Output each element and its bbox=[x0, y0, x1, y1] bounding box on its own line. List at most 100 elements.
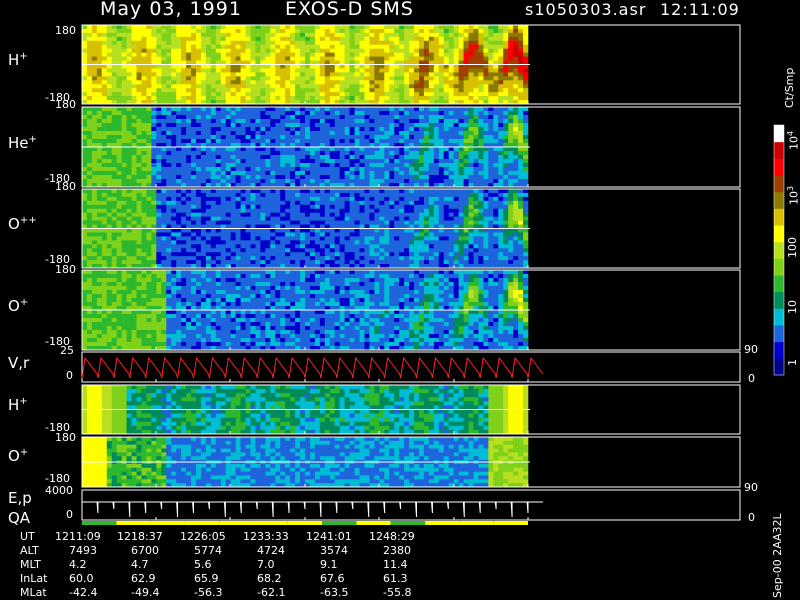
heatmap-cell bbox=[443, 76, 450, 81]
heatmap-cell bbox=[111, 92, 117, 97]
heatmap-cell bbox=[379, 216, 385, 221]
heatmap-cell bbox=[374, 192, 380, 198]
heatmap-cell bbox=[523, 76, 529, 81]
heatmap-cell bbox=[285, 127, 291, 132]
heatmap-cell bbox=[225, 131, 231, 136]
heatmap-cell bbox=[324, 36, 331, 42]
heatmap-cell bbox=[409, 179, 415, 184]
heatmap-cell bbox=[101, 111, 108, 116]
heatmap-cell bbox=[220, 200, 227, 206]
heatmap-cell bbox=[300, 175, 306, 180]
heatmap-cell bbox=[344, 107, 350, 112]
heatmap-cell bbox=[364, 36, 370, 42]
heatmap-cell bbox=[334, 256, 340, 261]
heatmap-cell bbox=[230, 36, 236, 42]
heatmap-cell bbox=[374, 131, 380, 136]
heatmap-cell bbox=[309, 212, 316, 217]
heatmap-cell bbox=[473, 36, 479, 42]
heatmap-cell bbox=[339, 163, 345, 168]
heatmap-cell bbox=[230, 204, 236, 210]
heatmap-cell bbox=[181, 200, 187, 206]
heatmap-cell bbox=[448, 167, 454, 172]
heatmap-cell bbox=[359, 68, 365, 73]
heatmap-cell bbox=[473, 76, 479, 81]
heatmap-cell bbox=[508, 131, 514, 136]
heatmap-cell bbox=[82, 151, 88, 156]
heatmap-cell bbox=[265, 84, 271, 89]
heatmap-cell bbox=[300, 123, 306, 128]
heatmap-cell bbox=[513, 155, 519, 160]
heatmap-cell bbox=[324, 40, 331, 46]
heatmap-cell bbox=[364, 228, 370, 233]
heatmap-cell bbox=[270, 131, 276, 136]
heatmap-cell bbox=[270, 127, 276, 132]
heatmap-cell bbox=[101, 208, 108, 213]
heatmap-cell bbox=[369, 151, 375, 156]
heatmap-cell bbox=[324, 196, 331, 202]
heatmap-cell bbox=[265, 260, 271, 265]
heatmap-cell bbox=[235, 189, 241, 194]
heatmap-cell bbox=[250, 111, 256, 116]
heatmap-cell bbox=[458, 171, 464, 176]
heatmap-cell bbox=[329, 72, 336, 77]
heatmap-cell bbox=[344, 32, 350, 38]
heatmap-cell bbox=[121, 163, 127, 168]
heatmap-cell bbox=[518, 155, 524, 160]
heatmap-cell bbox=[414, 64, 420, 69]
heatmap-cell bbox=[181, 111, 187, 116]
heatmap-cell bbox=[200, 119, 207, 124]
heatmap-cell bbox=[82, 220, 88, 225]
heatmap-cell bbox=[414, 92, 420, 97]
heatmap-cell bbox=[493, 111, 499, 116]
heatmap-cell bbox=[240, 123, 246, 128]
heatmap-cell bbox=[344, 64, 350, 69]
heatmap-cell bbox=[186, 252, 192, 257]
heatmap-cell bbox=[195, 76, 202, 81]
heatmap-cell bbox=[418, 56, 425, 61]
heatmap-cell bbox=[414, 56, 420, 61]
heatmap-cell bbox=[141, 40, 147, 46]
heatmap-cell bbox=[359, 131, 365, 136]
heatmap-cell bbox=[111, 220, 117, 225]
heatmap-cell bbox=[200, 163, 207, 168]
heatmap-cell bbox=[483, 76, 489, 81]
heatmap-cell bbox=[240, 127, 246, 132]
heatmap-cell bbox=[414, 204, 420, 210]
heatmap-cell bbox=[438, 119, 445, 124]
heatmap-cell bbox=[270, 159, 276, 164]
heatmap-cell bbox=[131, 88, 137, 93]
heatmap-cell bbox=[443, 40, 450, 46]
heatmap-cell bbox=[176, 228, 182, 233]
heatmap-cell bbox=[329, 167, 336, 172]
heatmap-cell bbox=[513, 80, 519, 85]
heatmap-cell bbox=[111, 111, 117, 116]
heatmap-cell bbox=[458, 52, 464, 57]
heatmap-cell bbox=[418, 139, 425, 144]
heatmap-cell bbox=[305, 216, 311, 221]
heatmap-cell bbox=[101, 204, 108, 210]
heatmap-cell bbox=[86, 40, 93, 46]
heatmap-cell bbox=[116, 80, 122, 85]
heatmap-cell bbox=[265, 200, 271, 206]
heatmap-cell bbox=[344, 248, 350, 253]
heatmap-cell bbox=[161, 256, 167, 261]
heatmap-cell bbox=[116, 244, 122, 249]
heatmap-cell bbox=[364, 248, 370, 253]
heatmap-cell bbox=[195, 127, 202, 132]
heatmap-cell bbox=[374, 119, 380, 124]
heatmap-cell bbox=[305, 196, 311, 202]
heatmap-cell bbox=[503, 36, 509, 42]
heatmap-cell bbox=[478, 155, 484, 160]
heatmap-cell bbox=[463, 167, 469, 172]
heatmap-cell bbox=[116, 240, 122, 245]
heatmap-cell bbox=[493, 115, 499, 120]
heatmap-cell bbox=[503, 135, 509, 140]
heatmap-cell bbox=[240, 163, 246, 168]
heatmap-cell bbox=[126, 216, 132, 221]
heatmap-cell bbox=[260, 52, 266, 57]
heatmap-cell bbox=[210, 204, 217, 210]
heatmap-cell bbox=[285, 204, 291, 210]
heatmap-cell bbox=[418, 48, 425, 53]
heatmap-cell bbox=[339, 228, 345, 233]
heatmap-cell bbox=[106, 48, 113, 53]
